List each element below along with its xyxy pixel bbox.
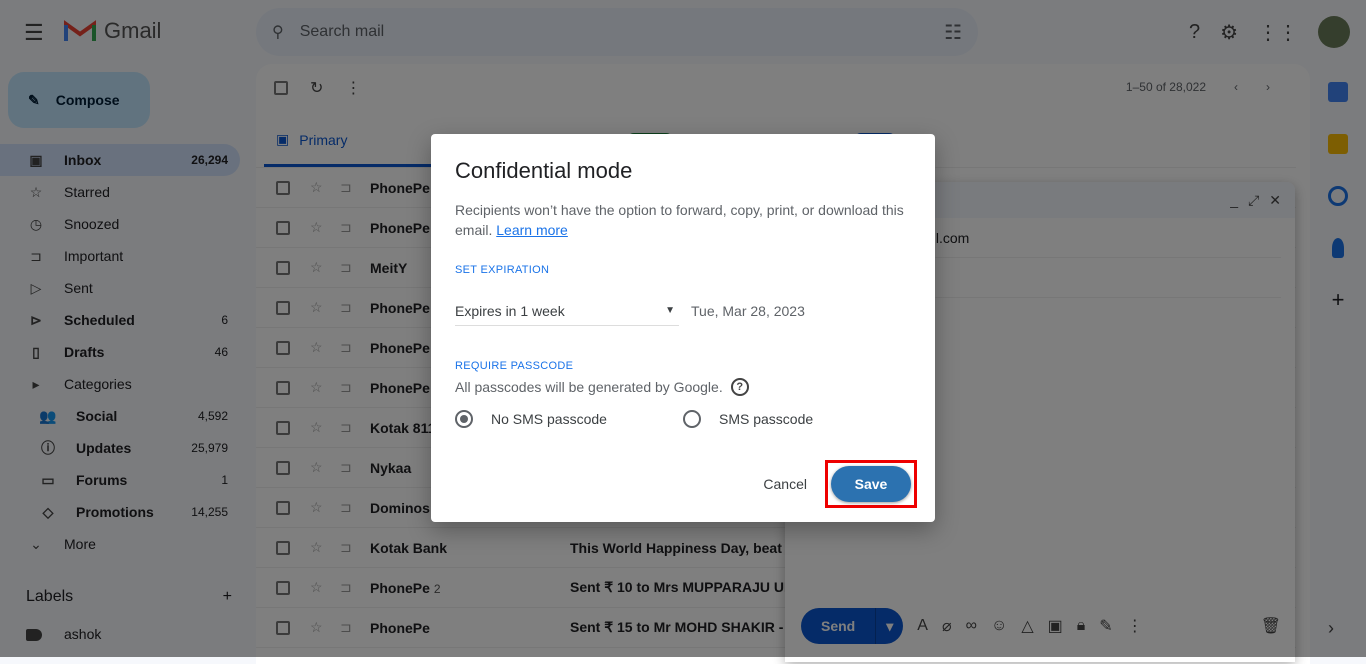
passcode-hint: All passcodes will be generated by Googl…	[455, 379, 723, 395]
learn-more-link[interactable]: Learn more	[496, 222, 568, 238]
help-icon[interactable]: ?	[730, 378, 749, 396]
no-sms-passcode-radio[interactable]: No SMS passcode	[455, 410, 683, 428]
sms-passcode-radio[interactable]: SMS passcode	[683, 410, 911, 428]
dialog-title: Confidential mode	[455, 158, 633, 183]
radio-selected-icon[interactable]	[455, 410, 473, 428]
dropdown-arrow-icon: ▼	[665, 305, 675, 316]
cancel-button[interactable]: Cancel	[763, 476, 807, 492]
confidential-mode-dialog: Confidential mode Recipients won’t have …	[431, 134, 935, 522]
expiration-date: Tue, Mar 28, 2023	[691, 303, 805, 319]
expiration-select[interactable]: Expires in 1 week ▼	[455, 296, 679, 326]
save-highlight: Save	[825, 460, 917, 508]
radio-unselected-icon[interactable]	[683, 410, 701, 428]
radio-label: SMS passcode	[719, 411, 814, 427]
radio-label: No SMS passcode	[491, 411, 607, 427]
dialog-description: Recipients won’t have the option to forw…	[455, 200, 911, 240]
expiration-value: Expires in 1 week	[455, 302, 565, 319]
expiration-heading: SET EXPIRATION	[455, 264, 550, 276]
save-button[interactable]: Save	[831, 466, 911, 502]
passcode-heading: REQUIRE PASSCODE	[455, 360, 574, 372]
